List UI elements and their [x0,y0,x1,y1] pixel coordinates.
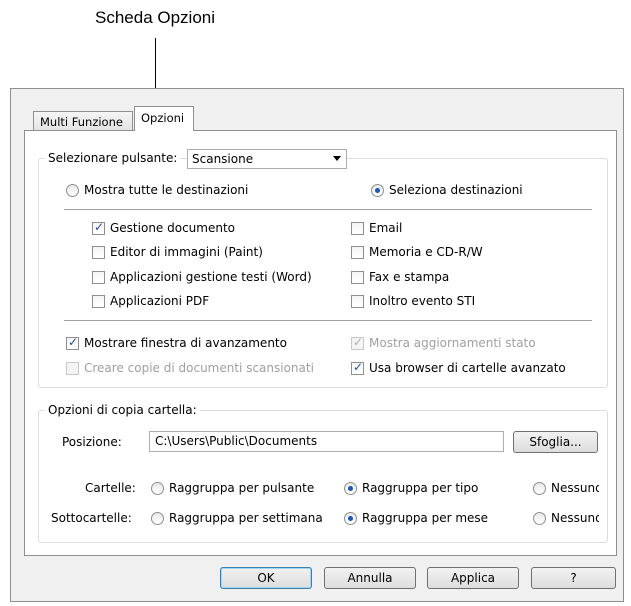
apply-button[interactable]: Applica [427,567,519,589]
separator [64,209,592,210]
radio-label: Raggruppa per pulsante [169,481,315,495]
radio-subfolders-by-month[interactable] [344,512,357,525]
radio-label: Raggruppa per settimana [169,511,323,525]
button-select-value: Scansione [192,152,254,166]
radio-folders-by-type[interactable] [344,482,357,495]
radio-label: Nessuno [551,481,599,495]
checkbox-memoria-cd[interactable] [351,246,364,259]
position-label: Posizione: [62,435,122,449]
checkbox-applicazioni-testi[interactable] [92,271,105,284]
checkbox-label: Memoria e CD-R/W [369,245,483,259]
checkbox-inoltro-sti[interactable] [351,295,364,308]
cancel-button[interactable]: Annulla [324,567,416,589]
checkbox-fax-stampa[interactable] [351,271,364,284]
button-select[interactable]: Scansione [187,149,347,169]
separator [64,320,592,321]
radio-folders-by-button[interactable] [151,482,164,495]
chevron-down-icon [333,156,341,161]
checkbox-label: Editor di immagini (Paint) [110,245,263,259]
checkbox-editor-immagini[interactable] [92,246,105,259]
help-button[interactable]: ? [531,567,616,589]
checkbox-email[interactable] [351,222,364,235]
checkbox-label: Fax e stampa [369,270,450,284]
checkbox-label: Inoltro evento STI [369,294,476,308]
radio-select-destinations-label: Seleziona destinazioni [389,183,523,197]
subfolders-label: Sottocartelle: [51,511,132,525]
select-button-label: Selezionare pulsante: [45,151,181,165]
radio-show-all-label: Mostra tutte le destinazioni [84,183,249,197]
tab-opzioni[interactable]: Opzioni [134,106,194,131]
checkbox-folder-browser[interactable] [351,360,364,375]
folder-copy-legend: Opzioni di copia cartella: [45,403,200,417]
radio-label: Raggruppa per tipo [362,481,479,495]
browse-button[interactable]: Sfoglia... [513,431,598,453]
radio-select-destinations[interactable] [371,184,384,197]
radio-subfolders-by-week[interactable] [151,512,164,525]
radio-label: Raggruppa per mese [362,511,489,525]
tab-multi-funzione[interactable]: Multi Funzione [33,111,133,130]
checkbox-scan-copies[interactable] [66,362,79,375]
folders-label: Cartelle: [85,481,136,495]
radio-show-all[interactable] [66,184,79,197]
position-input[interactable]: C:\Users\Public\Documents [149,431,504,452]
checkbox-label: Applicazioni gestione testi (Word) [110,270,312,284]
radio-subfolders-none[interactable] [533,512,546,525]
ok-button[interactable]: OK [220,567,312,589]
checkbox-status-updates[interactable] [351,335,364,350]
checkbox-progress-window[interactable] [66,335,79,350]
radio-label: Nessuno [551,511,599,525]
checkbox-gestione-documento[interactable] [92,220,105,235]
callout-label: Scheda Opzioni [95,8,216,27]
checkbox-label: Email [369,221,403,235]
checkbox-applicazioni-pdf[interactable] [92,295,105,308]
checkbox-label: Usa browser di cartelle avanzato [369,361,566,375]
checkbox-label: Applicazioni PDF [110,294,210,308]
radio-folders-none[interactable] [533,482,546,495]
checkbox-label: Creare copie di documenti scansionati [84,361,314,375]
checkbox-label: Mostra aggiornamenti stato [369,336,536,350]
checkbox-label: Gestione documento [110,221,236,235]
checkbox-label: Mostrare finestra di avanzamento [84,336,287,350]
